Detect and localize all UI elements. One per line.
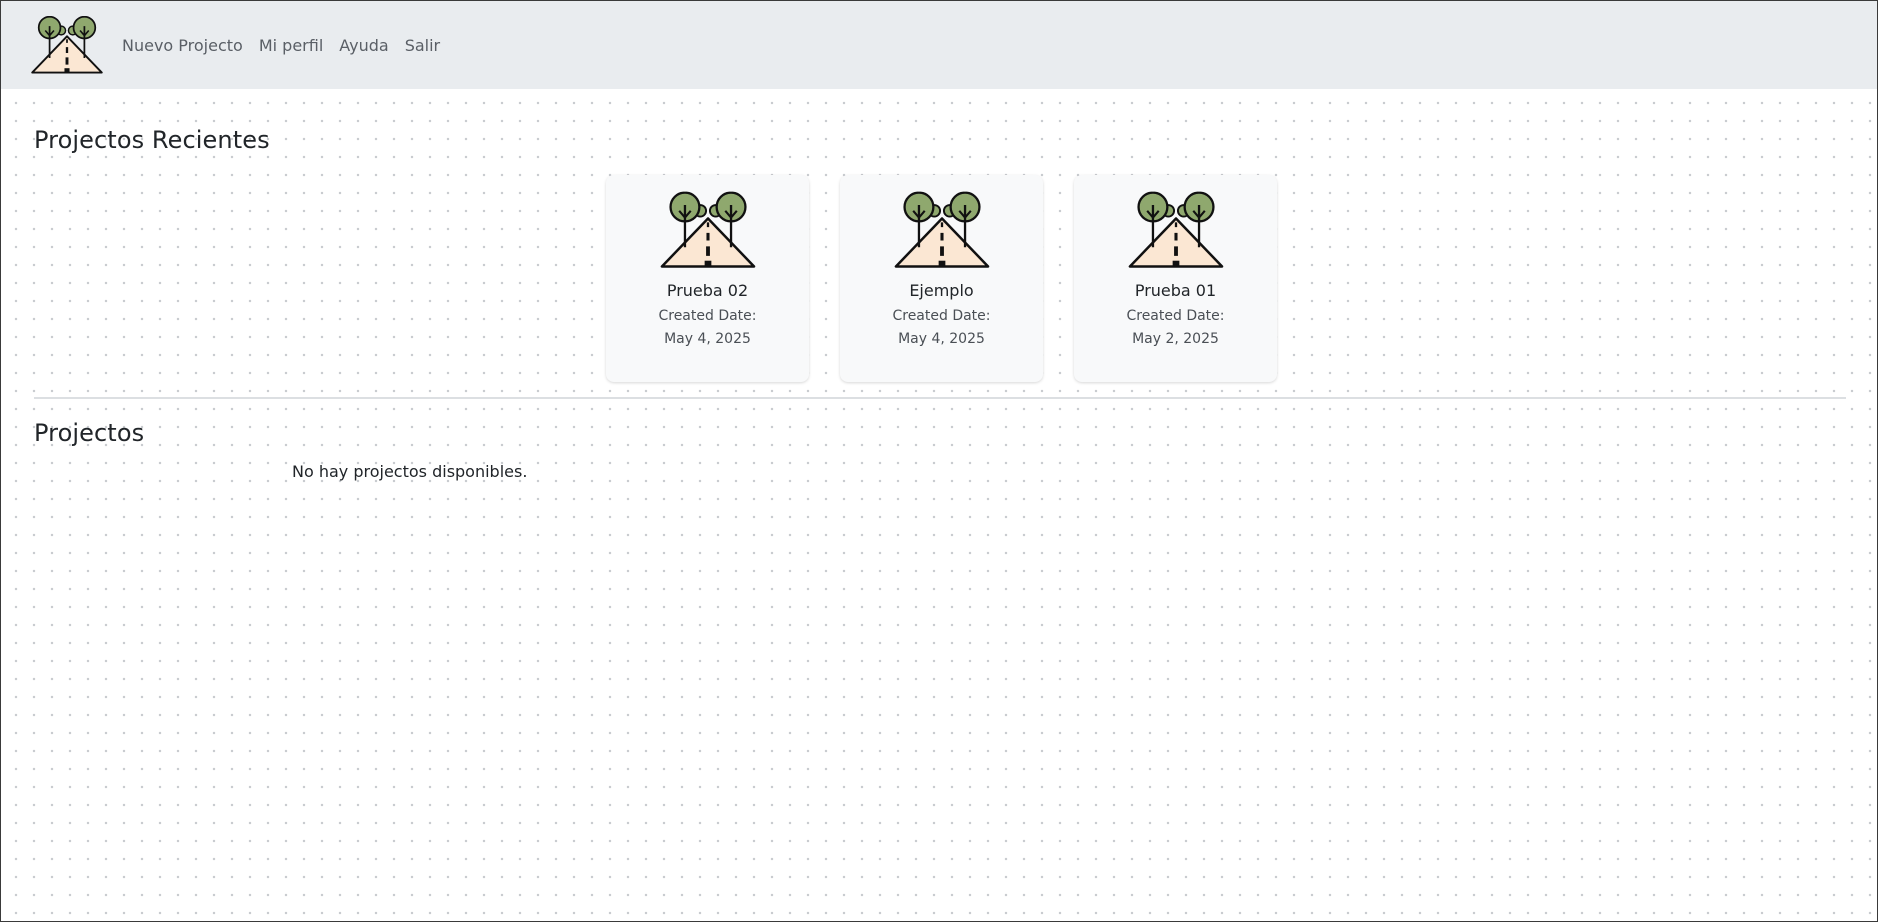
recent-projects-list: Prueba 02 Created Date: May 4, 2025 Ejem… <box>606 175 1277 382</box>
nav-link-nuevo-projecto[interactable]: Nuevo Projecto <box>122 36 243 55</box>
project-card-created-label: Created Date: <box>892 308 991 324</box>
recent-projects-title: Projectos Recientes <box>34 126 270 154</box>
nav-link-salir[interactable]: Salir <box>405 36 440 55</box>
nav-links: Nuevo Projecto Mi perfil Ayuda Salir <box>122 1 440 89</box>
project-card-created-label: Created Date: <box>1126 308 1225 324</box>
project-card-created-label: Created Date: <box>658 308 757 324</box>
nav-link-ayuda[interactable]: Ayuda <box>339 36 388 55</box>
projects-title: Projectos <box>34 419 145 447</box>
project-card[interactable]: Ejemplo Created Date: May 4, 2025 <box>840 175 1043 382</box>
project-card-date: May 4, 2025 <box>664 331 751 347</box>
project-card-date: May 4, 2025 <box>898 331 985 347</box>
project-card-name: Prueba 01 <box>1134 281 1217 300</box>
project-card-name: Ejemplo <box>909 281 974 300</box>
section-divider <box>34 397 1846 399</box>
road-trees-icon <box>894 191 990 269</box>
brand-logo-icon[interactable] <box>27 16 107 74</box>
nav-link-mi-perfil[interactable]: Mi perfil <box>259 36 323 55</box>
project-card-name: Prueba 02 <box>666 281 749 300</box>
project-card[interactable]: Prueba 01 Created Date: May 2, 2025 <box>1074 175 1277 382</box>
project-card-date: May 2, 2025 <box>1132 331 1219 347</box>
empty-projects-message: No hay projectos disponibles. <box>292 462 528 481</box>
road-trees-icon <box>660 191 756 269</box>
road-trees-icon <box>1128 191 1224 269</box>
top-navbar: Nuevo Projecto Mi perfil Ayuda Salir <box>1 1 1877 89</box>
project-card[interactable]: Prueba 02 Created Date: May 4, 2025 <box>606 175 809 382</box>
